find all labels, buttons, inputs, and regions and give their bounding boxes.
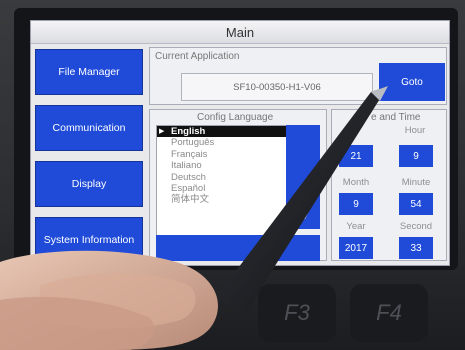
pen-icon bbox=[214, 86, 388, 312]
hand-holding-pen bbox=[0, 86, 388, 350]
